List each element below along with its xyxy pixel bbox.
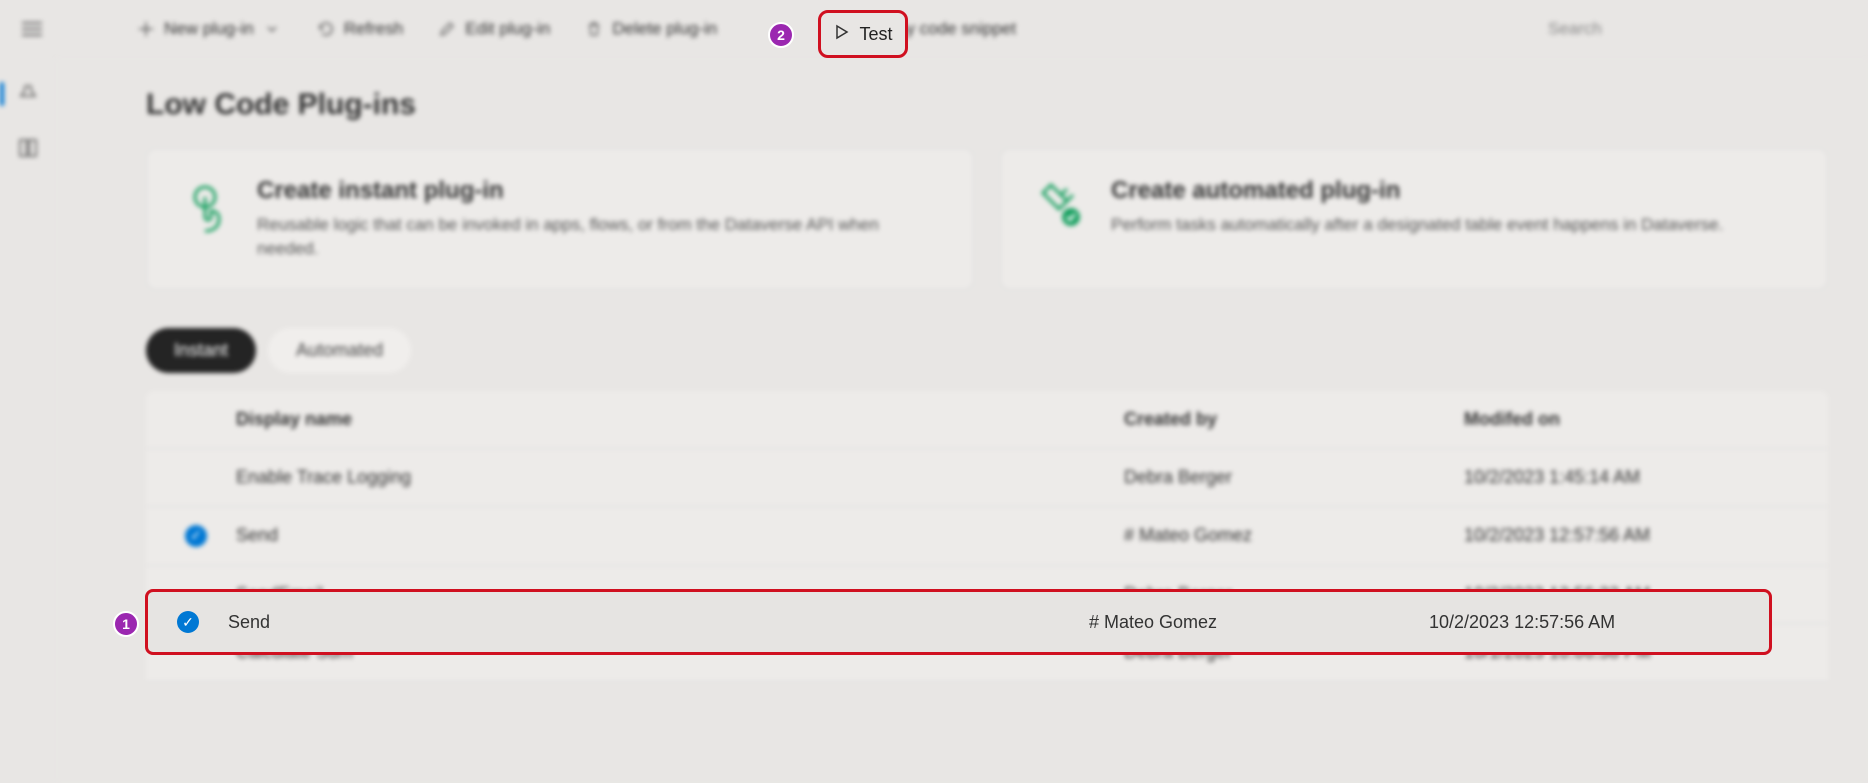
cell-modified-on: 10/2/2023 12:57:56 AM <box>1429 612 1769 633</box>
trash-icon <box>584 19 604 39</box>
cell-created-by: # Mateo Gomez <box>1124 525 1464 546</box>
plug-icon <box>1031 177 1087 233</box>
test-label: Test <box>859 24 892 45</box>
instant-card-title: Create instant plug-in <box>257 177 943 205</box>
edit-plugin-label: Edit plug-in <box>465 19 550 39</box>
create-instant-card[interactable]: Create instant plug-in Reusable logic th… <box>146 148 974 290</box>
play-icon <box>833 24 849 45</box>
page-title: Low Code Plug-ins <box>146 88 1828 122</box>
search-input[interactable]: Search <box>1536 11 1856 47</box>
new-plugin-label: New plug-in <box>164 19 254 39</box>
pencil-icon <box>437 19 457 39</box>
main-content: Low Code Plug-ins Create instant plug-in… <box>56 58 1868 783</box>
col-created-by[interactable]: Created by <box>1124 409 1464 430</box>
chevron-down-icon <box>262 19 282 39</box>
refresh-icon <box>316 19 336 39</box>
table-header-row: Display name Created by Modifed on <box>146 391 1828 449</box>
table-row-selected[interactable]: ✓ Send # Mateo Gomez 10/2/2023 12:57:56 … <box>148 592 1769 652</box>
checkmark-icon[interactable]: ✓ <box>177 611 199 633</box>
edit-plugin-button[interactable]: Edit plug-in <box>423 11 564 47</box>
refresh-label: Refresh <box>344 19 404 39</box>
col-modified-on[interactable]: Modifed on <box>1464 409 1804 430</box>
table-row[interactable]: ✓ Send # Mateo Gomez 10/2/2023 12:57:56 … <box>146 507 1828 566</box>
toolbar: New plug-in Refresh Edit plug-in Delete … <box>0 0 1868 58</box>
cell-name: Send <box>228 612 1089 633</box>
tab-automated[interactable]: Automated <box>268 328 411 373</box>
tabs: Instant Automated <box>146 328 1828 373</box>
tap-icon <box>177 177 233 233</box>
refresh-button[interactable]: Refresh <box>302 11 418 47</box>
cell-name: Send <box>236 525 1124 546</box>
create-automated-card[interactable]: Create automated plug-in Perform tasks a… <box>1000 148 1828 290</box>
table-row[interactable]: Enable Trace Logging Debra Berger 10/2/2… <box>146 449 1828 507</box>
new-plugin-button[interactable]: New plug-in <box>122 11 296 47</box>
cell-modified-on: 10/2/2023 12:57:56 AM <box>1464 525 1804 546</box>
left-rail <box>0 58 56 783</box>
plus-icon <box>136 19 156 39</box>
automated-card-title: Create automated plug-in <box>1111 177 1723 205</box>
checkmark-icon[interactable]: ✓ <box>185 525 207 547</box>
delete-plugin-button[interactable]: Delete plug-in <box>570 11 731 47</box>
cell-created-by: Debra Berger <box>1124 467 1464 488</box>
automated-card-desc: Perform tasks automatically after a desi… <box>1111 213 1723 237</box>
instant-card-desc: Reusable logic that can be invoked in ap… <box>257 213 943 261</box>
search-placeholder: Search <box>1548 19 1602 38</box>
delete-plugin-label: Delete plug-in <box>612 19 717 39</box>
tab-instant[interactable]: Instant <box>146 328 256 373</box>
hamburger-menu-button[interactable] <box>12 9 52 49</box>
rail-item-plugins[interactable] <box>10 76 46 112</box>
col-display-name[interactable]: Display name <box>236 409 1124 430</box>
cell-name: Enable Trace Logging <box>236 467 1124 488</box>
test-button[interactable]: Test <box>818 10 908 58</box>
cell-modified-on: 10/2/2023 1:45:14 AM <box>1464 467 1804 488</box>
rail-item-library[interactable] <box>10 130 46 166</box>
cell-created-by: # Mateo Gomez <box>1089 612 1429 633</box>
